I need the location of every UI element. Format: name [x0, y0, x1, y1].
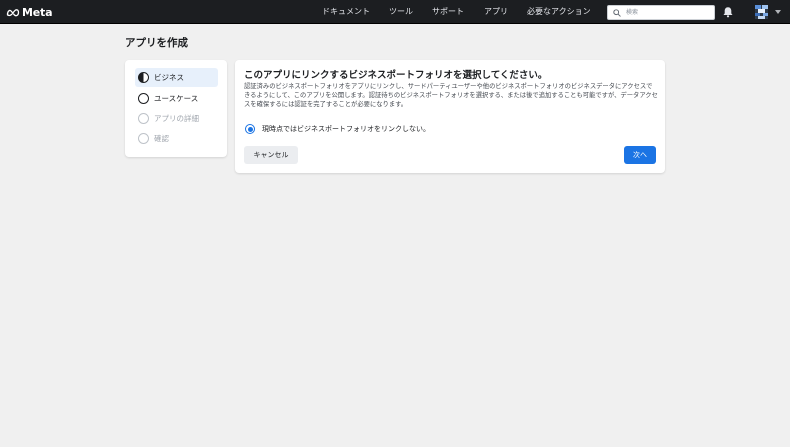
page-title: アプリを作成: [125, 37, 188, 49]
avatar[interactable]: [755, 5, 768, 19]
nav-item-required-actions[interactable]: 必要なアクション: [527, 0, 591, 24]
step-label: アプリの詳細: [154, 114, 199, 123]
steps-sidebar: ビジネス ユースケース アプリの詳細 確認: [125, 60, 227, 157]
step-label: 確認: [154, 134, 169, 143]
step-label: ユースケース: [154, 94, 199, 103]
search-input[interactable]: [626, 6, 710, 19]
top-navigation-bar: Meta ドキュメント ツール サポート アプリ 必要なアクション: [0, 0, 790, 24]
radio-selected-dot: [247, 126, 253, 132]
meta-logo[interactable]: Meta: [6, 4, 52, 20]
step-business[interactable]: ビジネス: [135, 68, 218, 87]
nav-item-apps[interactable]: アプリ: [484, 0, 508, 24]
step-circle-icon: [138, 113, 149, 124]
next-button[interactable]: 次へ: [624, 146, 656, 164]
card-heading: このアプリにリンクするビジネスポートフォリオを選択してください。: [244, 70, 548, 81]
nav-item-support[interactable]: サポート: [432, 0, 464, 24]
step-use-cases[interactable]: ユースケース: [135, 89, 218, 108]
cancel-button[interactable]: キャンセル: [244, 146, 298, 164]
radio-button[interactable]: [245, 124, 255, 134]
step-circle-icon: [138, 133, 149, 144]
step-review: 確認: [135, 129, 218, 148]
nav-item-documents[interactable]: ドキュメント: [322, 0, 370, 24]
step-label: ビジネス: [154, 73, 184, 82]
step-half-circle-icon: [138, 72, 149, 83]
nav-item-tools[interactable]: ツール: [389, 0, 413, 24]
search-icon: [613, 8, 621, 17]
search-box[interactable]: [607, 5, 715, 20]
bell-icon[interactable]: [722, 6, 734, 18]
step-app-details: アプリの詳細: [135, 109, 218, 128]
card-description: 認証済みのビジネスポートフォリオをアプリにリンクし、サードパーティユーザーや他の…: [244, 83, 658, 108]
business-portfolio-card: このアプリにリンクするビジネスポートフォリオを選択してください。 認証済みのビジ…: [235, 60, 665, 173]
radio-label: 現時点ではビジネスポートフォリオをリンクしない。: [262, 125, 430, 133]
step-circle-icon: [138, 93, 149, 104]
chevron-down-icon[interactable]: [775, 10, 781, 14]
no-portfolio-option[interactable]: 現時点ではビジネスポートフォリオをリンクしない。: [245, 122, 430, 136]
meta-infinity-icon: [6, 8, 20, 16]
logo-text: Meta: [22, 5, 53, 19]
